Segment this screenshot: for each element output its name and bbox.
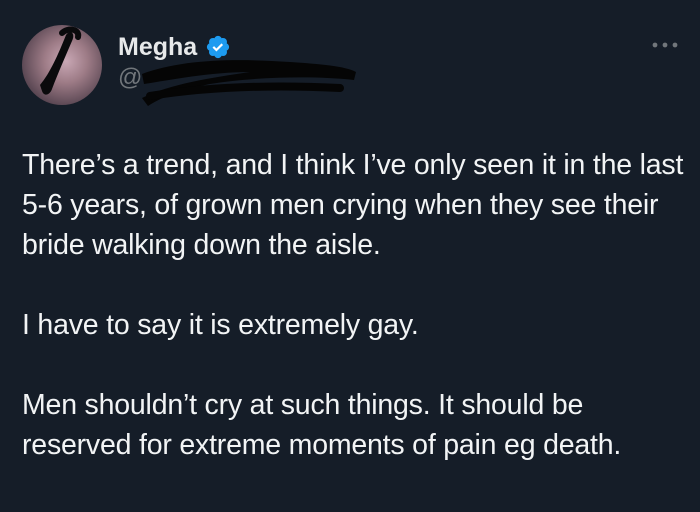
more-horizontal-icon[interactable] xyxy=(650,38,680,52)
author-handle[interactable]: @ xyxy=(118,64,142,92)
tweet-paragraph: I have to say it is extremely gay. xyxy=(22,309,419,341)
tweet-text: There’s a trend, and I think I’ve only s… xyxy=(22,145,687,465)
tweet-paragraph: Men shouldn’t cry at such things. It sho… xyxy=(22,389,622,461)
redaction-scribble xyxy=(40,26,82,95)
avatar[interactable] xyxy=(22,25,102,105)
author-handle-row: @ xyxy=(118,64,142,92)
tweet-paragraph: There’s a trend, and I think I’ve only s… xyxy=(22,149,684,261)
handle-redaction-scribble xyxy=(142,60,356,106)
tweet-card: Megha @ There’s a trend, and I think I’v… xyxy=(0,0,700,512)
